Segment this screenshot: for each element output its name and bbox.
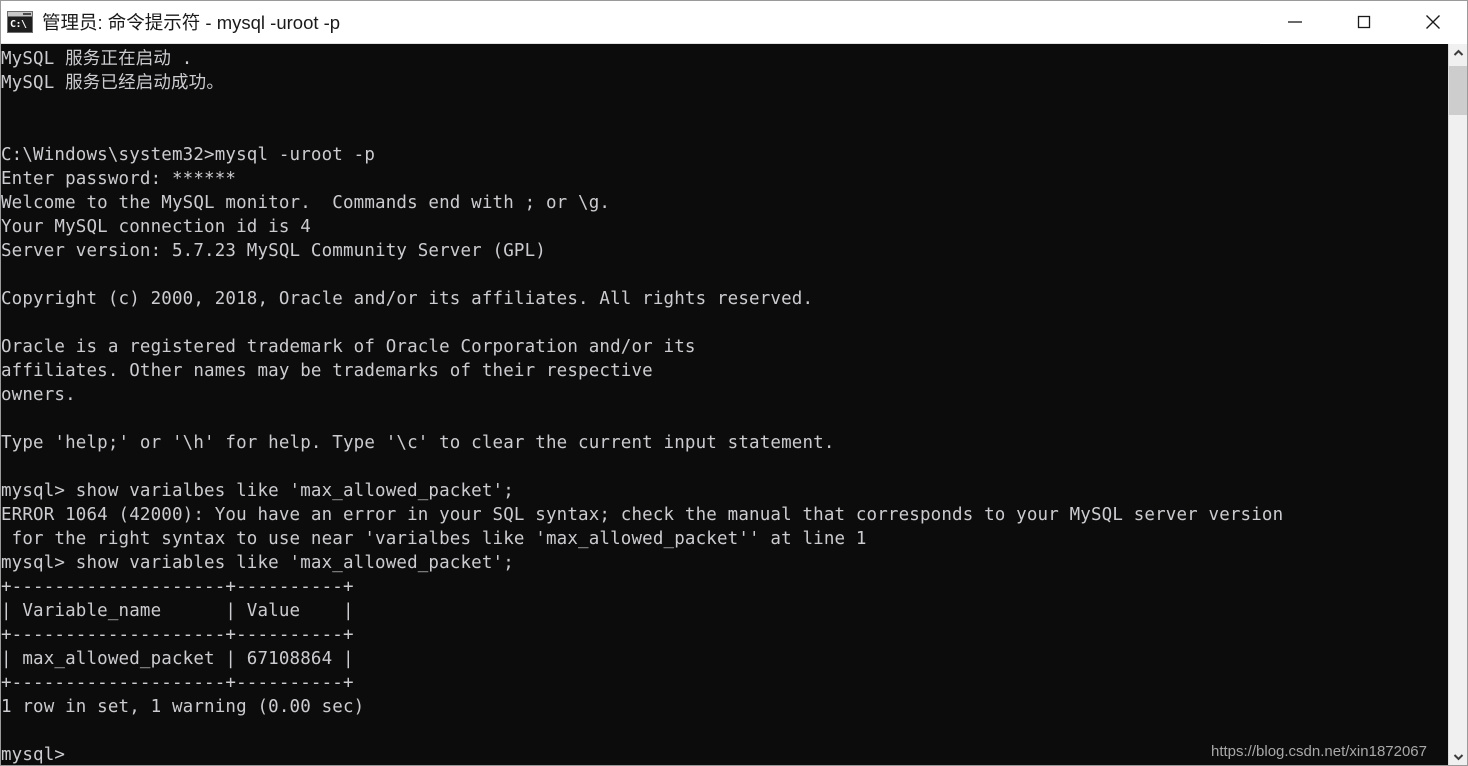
cmd-icon-titlebar: [8, 12, 32, 17]
chevron-up-icon: [1453, 49, 1463, 56]
minimize-button[interactable]: [1260, 1, 1329, 44]
maximize-icon: [1357, 15, 1370, 29]
console-window: C:\ 管理员: 命令提示符 - mysql -uroot -p MySQL 服…: [0, 0, 1468, 766]
chevron-down-icon: [1453, 754, 1463, 761]
close-button[interactable]: [1398, 1, 1467, 44]
close-icon: [1425, 15, 1440, 29]
vertical-scrollbar[interactable]: [1448, 44, 1467, 765]
cmd-icon-prompt: C:\: [10, 19, 27, 30]
console-output-area[interactable]: MySQL 服务正在启动 . MySQL 服务已经启动成功。 C:\Window…: [1, 44, 1448, 765]
scrollbar-up-button[interactable]: [1449, 44, 1467, 62]
console-text: MySQL 服务正在启动 . MySQL 服务已经启动成功。 C:\Window…: [1, 49, 1284, 765]
maximize-button[interactable]: [1329, 1, 1398, 44]
scrollbar-down-button[interactable]: [1449, 748, 1467, 765]
cmd-console-icon: C:\: [7, 11, 33, 33]
window-title: 管理员: 命令提示符 - mysql -uroot -p: [42, 11, 341, 33]
title-bar[interactable]: C:\ 管理员: 命令提示符 - mysql -uroot -p: [1, 1, 1467, 44]
scrollbar-thumb[interactable]: [1449, 66, 1467, 115]
title-bar-left: C:\ 管理员: 命令提示符 - mysql -uroot -p: [1, 1, 1260, 43]
window-controls: [1260, 1, 1467, 44]
minimize-icon: [1287, 21, 1302, 23]
